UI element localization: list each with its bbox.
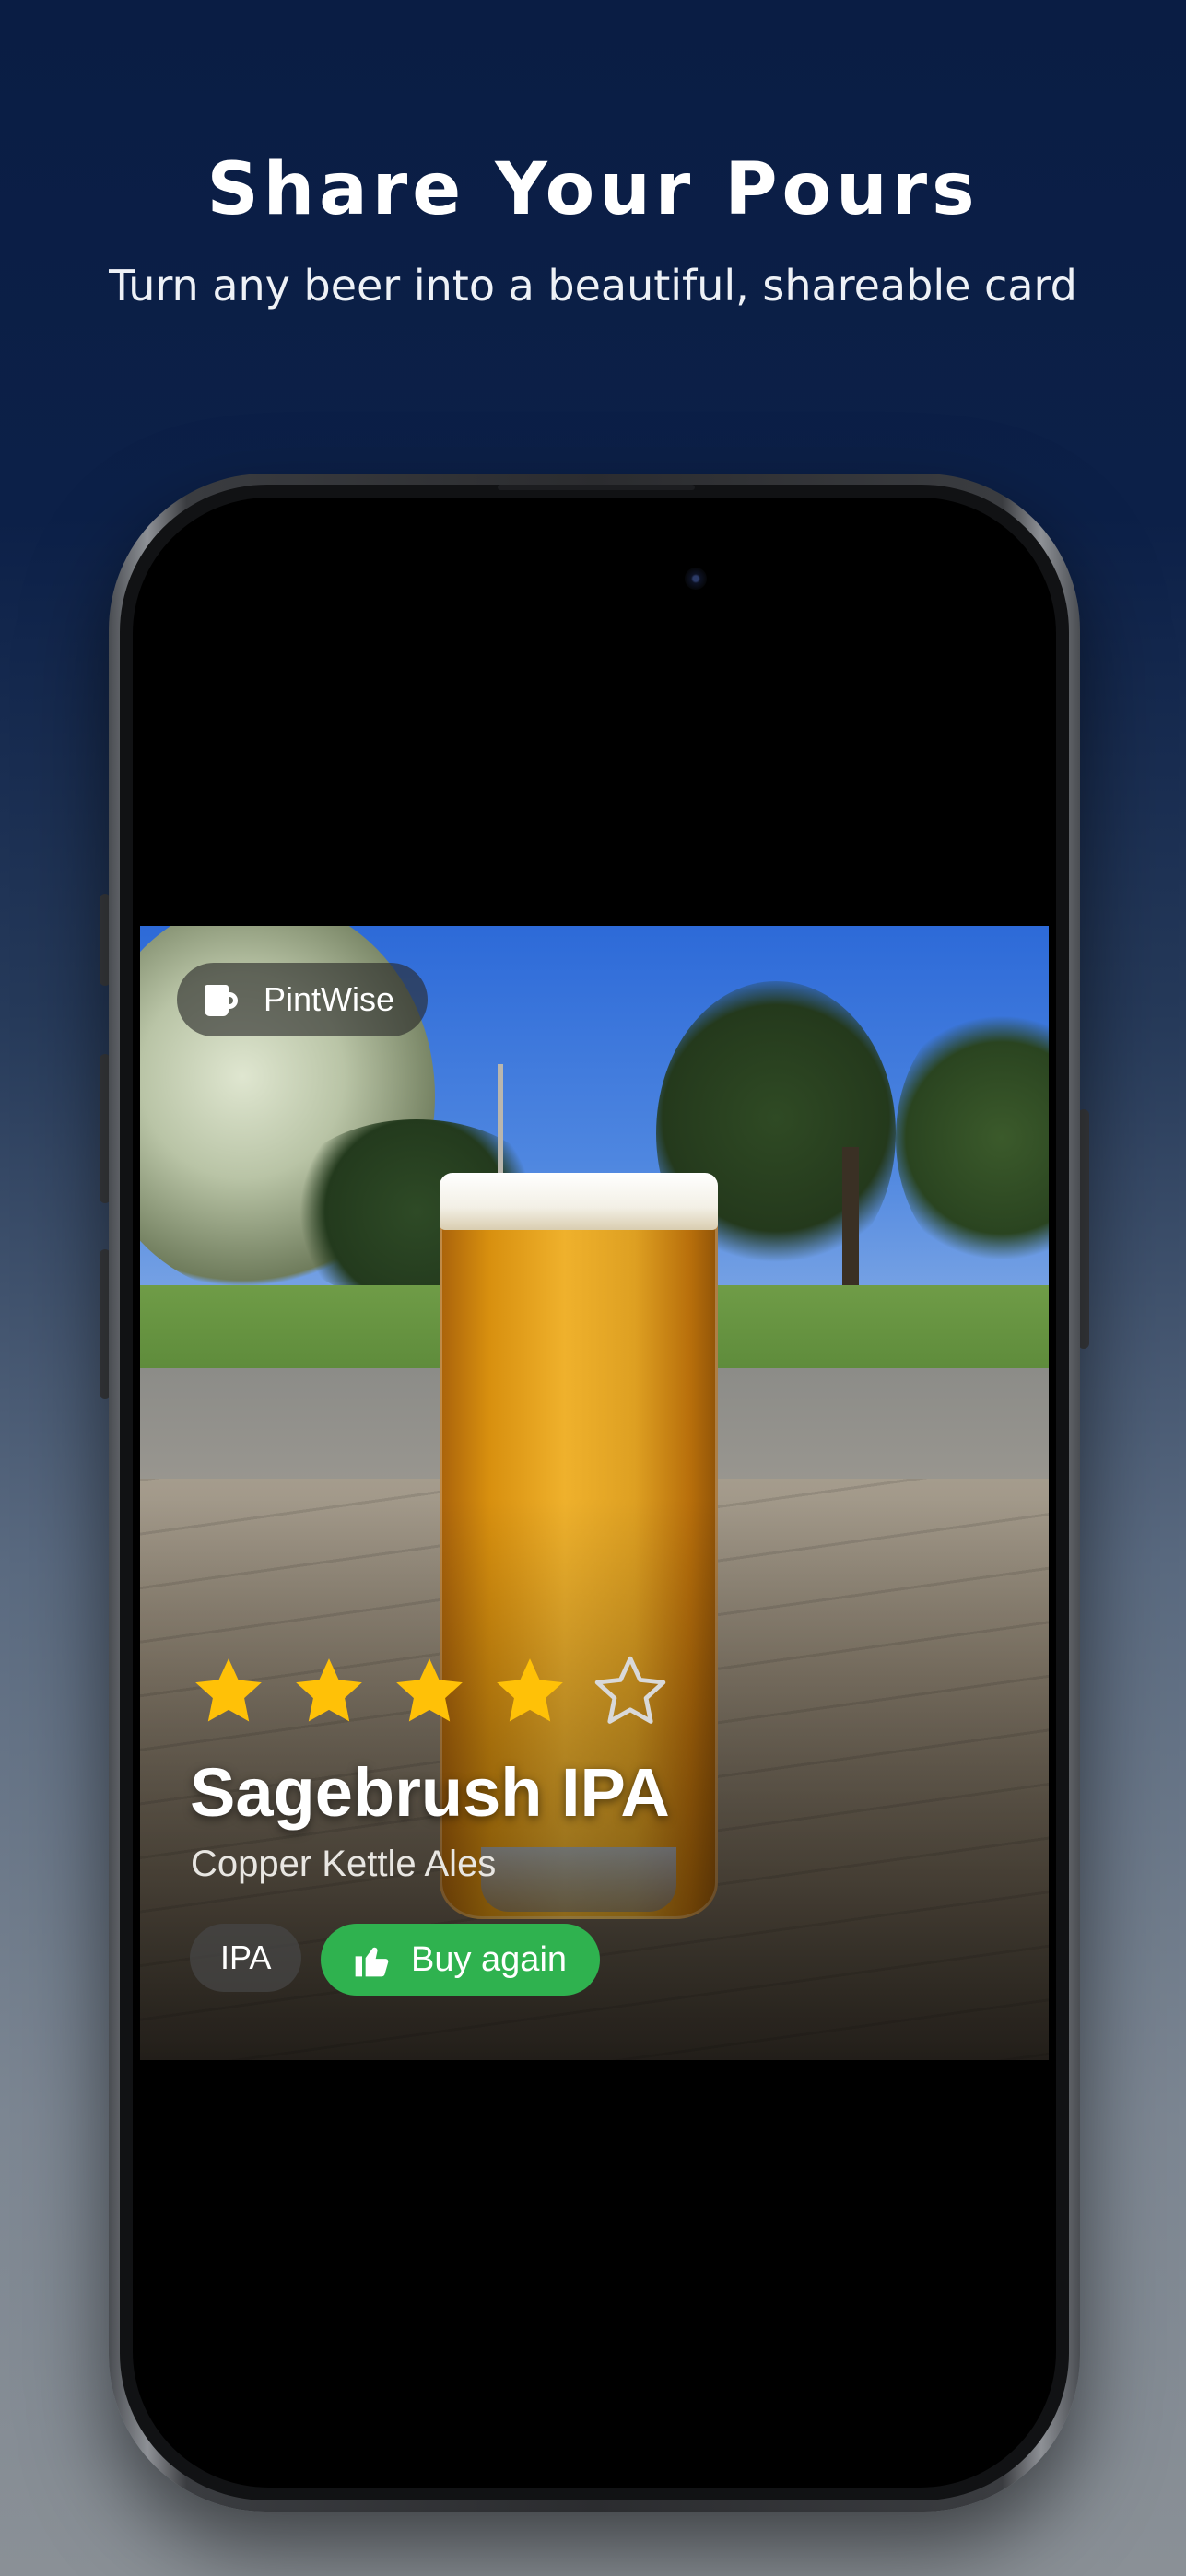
style-tag: IPA — [190, 1924, 302, 1992]
thumbs-up-icon — [355, 1947, 389, 1977]
brewery-name: Copper Kettle Ales — [191, 1844, 497, 1884]
star-filled-icon — [396, 1658, 463, 1722]
phone-top-speaker — [498, 485, 695, 490]
verdict-label: Buy again — [411, 1939, 568, 1979]
hero-title: Share Your Pours — [206, 148, 980, 231]
beer-name: Sagebrush IPA — [190, 1754, 670, 1831]
brand-badge: PintWise — [177, 963, 429, 1036]
beer-foam — [440, 1173, 718, 1230]
front-camera-icon — [685, 568, 707, 590]
hero-subtitle: Turn any beer into a beautiful, shareabl… — [109, 261, 1077, 310]
verdict-badge: Buy again — [321, 1924, 601, 1996]
brand-name: PintWise — [264, 980, 395, 1018]
star-empty-icon — [594, 1656, 666, 1724]
style-tag-label: IPA — [220, 1938, 272, 1976]
star-rating — [191, 1654, 693, 1729]
star-filled-icon — [195, 1658, 262, 1722]
star-filled-icon — [296, 1658, 362, 1722]
beer-mug-icon — [205, 981, 240, 1018]
share-card[interactable]: PintWise Sagebrush IPA Copper Kettle Ale… — [140, 926, 1049, 2060]
star-filled-icon — [497, 1658, 563, 1722]
